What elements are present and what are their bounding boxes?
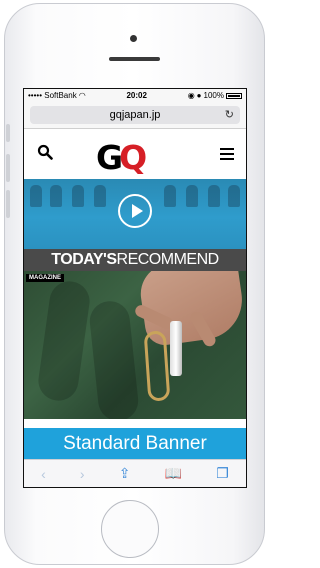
crowd-figure: [164, 185, 176, 207]
article-tag: MAGAZINE: [26, 274, 64, 282]
key-clip: [170, 321, 182, 376]
crowd-figure: [186, 185, 198, 207]
site-header: GQ: [24, 129, 246, 179]
status-bar: ••••• SoftBank ◠ 20:02 ◉ ● 100%: [24, 89, 246, 102]
article-image[interactable]: MAGAZINE: [24, 271, 246, 419]
fabric-fold: [35, 278, 93, 404]
video-hero[interactable]: [24, 179, 246, 249]
bookmarks-icon[interactable]: 📖: [165, 465, 182, 482]
status-right: ◉ ● 100%: [188, 91, 242, 100]
battery-percent: 100%: [203, 91, 224, 100]
play-icon[interactable]: [118, 194, 152, 228]
volume-down-button: [6, 190, 10, 218]
forward-icon[interactable]: ›: [80, 466, 85, 482]
carrier-group: ••••• SoftBank ◠: [28, 91, 86, 100]
alarm-icon: ●: [196, 91, 202, 100]
address-bar[interactable]: gqjapan.jp ↻: [30, 106, 240, 124]
tabs-icon[interactable]: ❐: [216, 465, 229, 482]
reload-icon[interactable]: ↻: [225, 108, 234, 121]
share-icon[interactable]: ⇪: [119, 465, 131, 482]
crowd-figure: [50, 185, 62, 207]
section-heading-light: RECOMMEND: [116, 251, 220, 268]
wifi-icon: ◠: [78, 91, 86, 100]
earpiece-speaker: [109, 57, 160, 61]
logo-g: G: [96, 138, 123, 177]
search-icon[interactable]: [37, 144, 53, 160]
address-bar-area: gqjapan.jp ↻: [24, 102, 246, 129]
volume-up-button: [6, 154, 10, 182]
home-button[interactable]: [101, 500, 159, 558]
crowd-figure: [30, 185, 42, 207]
phone-screen: ••••• SoftBank ◠ 20:02 ◉ ● 100% gqjapan.…: [23, 88, 247, 488]
section-heading: TODAY'S RECOMMEND: [24, 249, 246, 271]
crowd-figure: [208, 185, 220, 207]
logo-q: Q: [119, 138, 147, 177]
ad-banner[interactable]: Standard Banner: [24, 428, 246, 460]
fabric-fold: [87, 299, 141, 419]
battery-icon: [225, 92, 242, 99]
status-time: 20:02: [126, 91, 147, 100]
crowd-figure: [228, 185, 240, 207]
carrier-label: ••••• SoftBank: [28, 91, 77, 100]
hamburger-menu-icon[interactable]: [220, 148, 234, 163]
section-heading-bold: TODAY'S: [51, 251, 117, 268]
back-icon[interactable]: ‹: [41, 466, 46, 482]
rotation-lock-icon: ◉: [187, 91, 195, 100]
front-camera: [130, 35, 137, 42]
mute-switch: [6, 124, 10, 142]
crowd-figure: [72, 185, 84, 207]
browser-toolbar: ‹ › ⇪ 📖 ❐: [24, 459, 246, 487]
url-text: gqjapan.jp: [109, 109, 161, 121]
crowd-figure: [94, 185, 106, 207]
gq-logo[interactable]: GQ: [96, 138, 147, 177]
